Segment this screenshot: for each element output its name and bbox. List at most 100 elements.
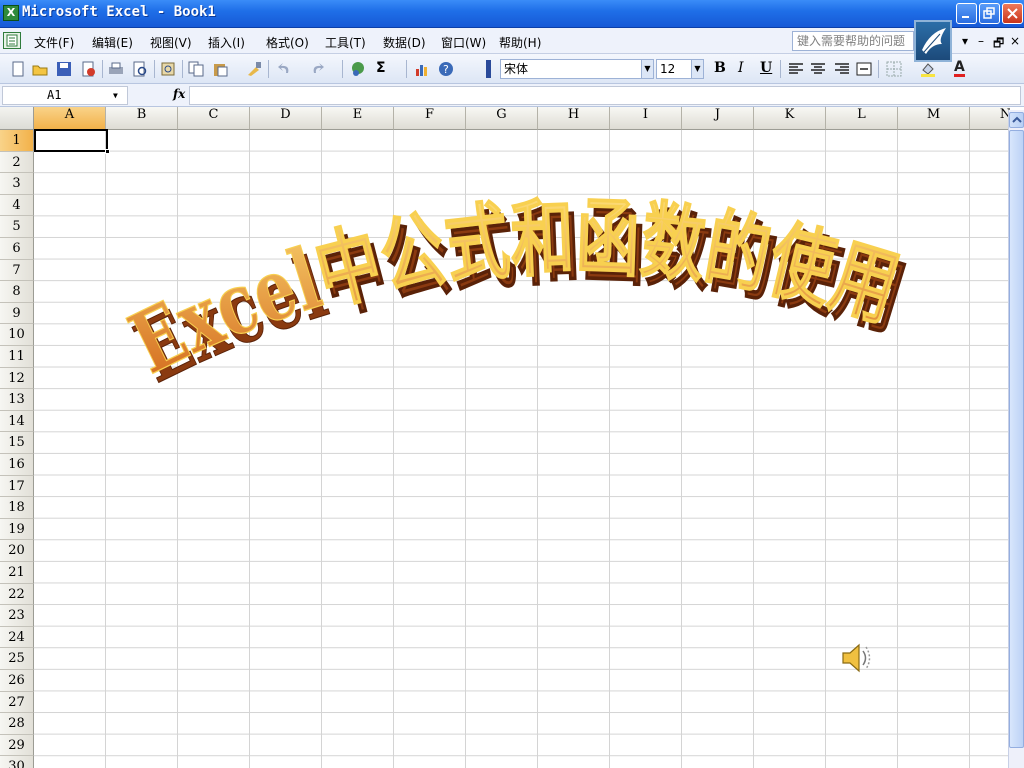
excel-app-icon[interactable]: X: [3, 5, 19, 21]
row-header-13[interactable]: 13: [0, 389, 34, 411]
row-header-5[interactable]: 5: [0, 216, 34, 238]
menu-view[interactable]: 视图(V): [150, 34, 192, 51]
undo-icon[interactable]: [276, 61, 292, 77]
row-header-10[interactable]: 10: [0, 324, 34, 346]
scroll-up-button[interactable]: [1009, 112, 1024, 128]
menu-format[interactable]: 格式(O): [266, 34, 309, 51]
doc-minimize-button[interactable]: –: [978, 34, 984, 48]
row-header-7[interactable]: 7: [0, 259, 34, 282]
print-preview-icon[interactable]: [132, 61, 148, 77]
name-box[interactable]: A1 ▼: [2, 86, 128, 105]
insert-function-button[interactable]: fx: [173, 87, 185, 101]
menu-insert[interactable]: 插入(I): [208, 34, 245, 51]
copy-icon[interactable]: [188, 61, 204, 77]
font-size-select[interactable]: 12 ▼: [656, 59, 704, 79]
row-header-30[interactable]: 30: [0, 756, 34, 768]
close-button[interactable]: [1002, 3, 1023, 24]
align-left-icon[interactable]: [788, 61, 804, 77]
underline-button[interactable]: U: [760, 60, 772, 76]
workbook-icon[interactable]: [3, 32, 21, 49]
print-icon[interactable]: [108, 61, 124, 77]
font-name-dropdown-icon[interactable]: ▼: [641, 60, 653, 78]
doc-close-button[interactable]: ×: [1010, 34, 1020, 48]
column-header-i[interactable]: I: [610, 107, 682, 130]
borders-icon[interactable]: [886, 61, 902, 77]
doc-restore-button[interactable]: 🗗: [993, 34, 1004, 55]
row-header-29[interactable]: 29: [0, 734, 34, 757]
row-header-20[interactable]: 20: [0, 540, 34, 562]
column-header-e[interactable]: E: [322, 107, 394, 130]
font-name-select[interactable]: 宋体 ▼: [500, 59, 654, 79]
menu-tools[interactable]: 工具(T): [325, 34, 366, 51]
open-folder-icon[interactable]: [32, 61, 48, 77]
menu-file[interactable]: 文件(F): [34, 34, 74, 51]
italic-button[interactable]: I: [738, 60, 744, 76]
office-assistant-icon[interactable]: [914, 20, 952, 62]
scroll-thumb[interactable]: [1009, 130, 1024, 748]
help-dropdown-icon[interactable]: ▾: [962, 34, 968, 48]
help-search-input[interactable]: 键入需要帮助的问题: [792, 31, 914, 51]
column-header-h[interactable]: H: [538, 107, 610, 130]
row-header-19[interactable]: 19: [0, 518, 34, 541]
active-cell-a1[interactable]: [34, 129, 110, 154]
row-header-18[interactable]: 18: [0, 497, 34, 519]
row-header-4[interactable]: 4: [0, 194, 34, 217]
column-header-f[interactable]: F: [394, 107, 466, 130]
select-all-corner[interactable]: [0, 107, 34, 130]
row-header-27[interactable]: 27: [0, 691, 34, 714]
fill-color-icon[interactable]: [920, 61, 936, 77]
column-header-k[interactable]: K: [754, 107, 826, 130]
column-header-a[interactable]: A: [34, 107, 106, 130]
menu-window[interactable]: 窗口(W): [441, 34, 486, 51]
row-header-12[interactable]: 12: [0, 367, 34, 390]
name-box-dropdown-icon[interactable]: ▼: [113, 87, 118, 104]
column-header-l[interactable]: L: [826, 107, 898, 130]
column-header-b[interactable]: B: [106, 107, 178, 130]
font-color-button[interactable]: A: [954, 60, 965, 77]
row-header-9[interactable]: 9: [0, 302, 34, 325]
menu-help[interactable]: 帮助(H): [499, 34, 541, 51]
row-header-25[interactable]: 25: [0, 648, 34, 670]
row-header-11[interactable]: 11: [0, 346, 34, 368]
restore-button[interactable]: [979, 3, 1000, 24]
row-header-6[interactable]: 6: [0, 238, 34, 260]
vertical-scrollbar[interactable]: [1008, 110, 1024, 768]
column-header-n[interactable]: N: [970, 107, 1010, 130]
help-icon[interactable]: ?: [438, 61, 454, 77]
row-header-26[interactable]: 26: [0, 670, 34, 692]
chart-wizard-icon[interactable]: [414, 61, 430, 77]
column-header-m[interactable]: M: [898, 107, 970, 130]
hyperlink-icon[interactable]: [350, 61, 366, 77]
research-icon[interactable]: [160, 61, 176, 77]
row-header-17[interactable]: 17: [0, 475, 34, 498]
new-document-icon[interactable]: [10, 61, 26, 77]
row-header-24[interactable]: 24: [0, 626, 34, 649]
row-header-21[interactable]: 21: [0, 562, 34, 584]
format-painter-icon[interactable]: [246, 61, 262, 77]
row-header-28[interactable]: 28: [0, 713, 34, 735]
paste-icon[interactable]: [212, 61, 228, 77]
align-center-icon[interactable]: [810, 61, 826, 77]
fill-handle[interactable]: [105, 149, 110, 154]
row-header-22[interactable]: 22: [0, 583, 34, 606]
bold-button[interactable]: B: [714, 60, 726, 76]
column-header-g[interactable]: G: [466, 107, 538, 130]
row-header-14[interactable]: 14: [0, 410, 34, 433]
row-header-23[interactable]: 23: [0, 605, 34, 627]
merge-center-icon[interactable]: [856, 61, 872, 77]
redo-icon[interactable]: [310, 61, 326, 77]
minimize-button[interactable]: [956, 3, 977, 24]
formula-input[interactable]: [189, 86, 1021, 105]
row-header-15[interactable]: 15: [0, 432, 34, 454]
menu-edit[interactable]: 编辑(E): [92, 34, 133, 51]
menu-data[interactable]: 数据(D): [383, 34, 426, 51]
row-header-8[interactable]: 8: [0, 281, 34, 303]
font-size-dropdown-icon[interactable]: ▼: [691, 60, 703, 78]
row-header-3[interactable]: 3: [0, 173, 34, 195]
permission-icon[interactable]: [80, 61, 96, 77]
save-icon[interactable]: [56, 61, 72, 77]
column-header-c[interactable]: C: [178, 107, 250, 130]
align-right-icon[interactable]: [834, 61, 850, 77]
row-header-2[interactable]: 2: [0, 151, 34, 174]
column-header-j[interactable]: J: [682, 107, 754, 130]
